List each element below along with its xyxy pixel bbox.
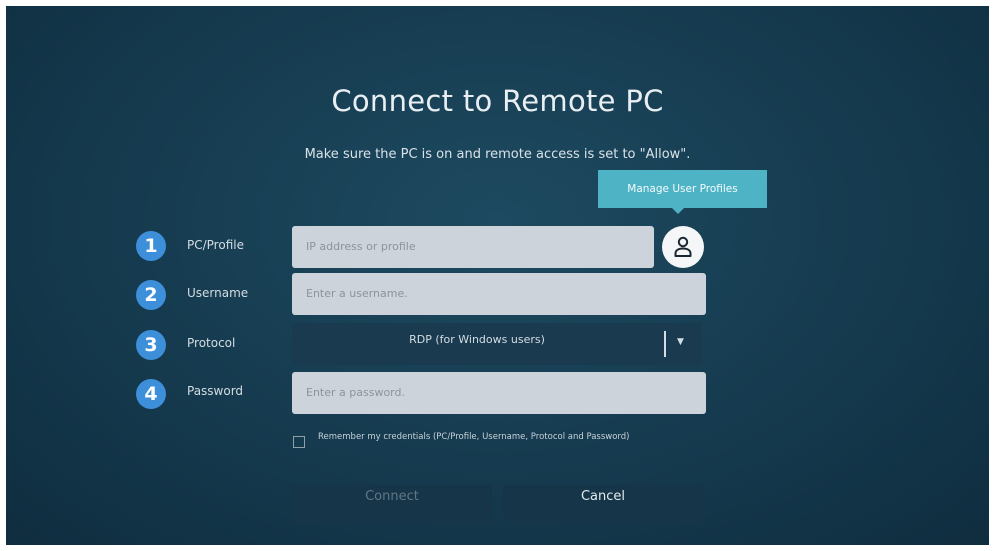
username-label: Username	[187, 286, 249, 300]
protocol-divider	[664, 331, 666, 357]
protocol-label: Protocol	[187, 336, 236, 350]
step-number-4: 4	[136, 379, 166, 409]
remember-credentials-label: Remember my credentials (PC/Profile, Use…	[318, 432, 630, 442]
connect-button[interactable]: Connect	[292, 485, 492, 523]
page-title: Connect to Remote PC	[331, 84, 664, 118]
pc-profile-input[interactable]: IP address or profile	[292, 226, 654, 268]
remember-credentials-checkbox[interactable]	[293, 436, 305, 448]
step-number-2: 2	[136, 280, 166, 310]
password-label: Password	[187, 384, 244, 398]
page-subtitle: Make sure the PC is on and remote access…	[304, 147, 691, 162]
chevron-down-icon[interactable]: ▼	[677, 337, 684, 347]
step-number-3: 3	[136, 330, 166, 360]
manage-profiles-tooltip: Manage User Profiles	[598, 170, 767, 214]
password-input[interactable]: Enter a password.	[292, 372, 706, 414]
tv-screen: Connect to Remote PC Make sure the PC is…	[6, 6, 989, 545]
user-icon	[674, 236, 692, 257]
pc-profile-label: PC/Profile	[187, 238, 244, 252]
protocol-select[interactable]: RDP (for Windows users) ▼	[292, 323, 702, 365]
manage-user-profiles-button[interactable]	[662, 226, 704, 268]
cancel-button[interactable]: Cancel	[503, 485, 703, 523]
username-input[interactable]: Enter a username.	[292, 273, 706, 315]
protocol-value: RDP (for Windows users)	[409, 333, 545, 346]
step-number-1: 1	[136, 231, 166, 261]
